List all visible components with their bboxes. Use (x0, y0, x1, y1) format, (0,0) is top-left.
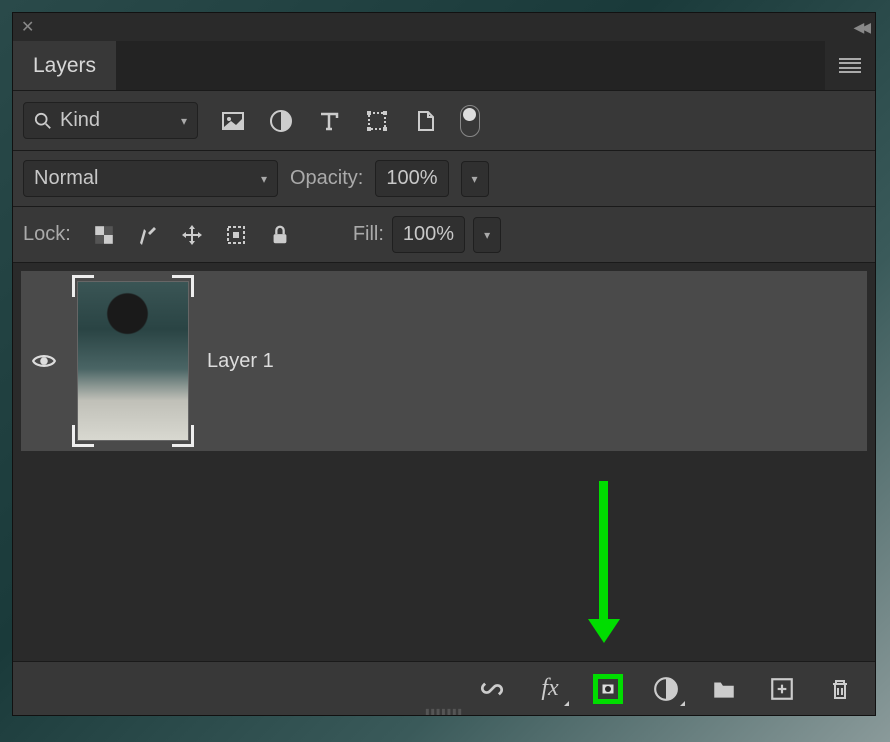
add-layer-button[interactable] (767, 674, 797, 704)
resize-handle[interactable]: ▮▮▮▮▮▮▮ (414, 707, 474, 715)
fill-label: Fill: (353, 223, 384, 246)
filter-type-icon[interactable] (316, 108, 342, 134)
opacity-input[interactable]: 100% (375, 160, 448, 197)
filter-pixel-icon[interactable] (220, 108, 246, 134)
trash-icon (828, 676, 852, 702)
layer-style-button[interactable]: fx (535, 674, 565, 704)
filter-smartobject-icon[interactable] (412, 108, 438, 134)
add-mask-button[interactable] (593, 674, 623, 704)
thumbnail-image (77, 281, 189, 441)
add-group-button[interactable] (709, 674, 739, 704)
chevron-down-icon: ▾ (261, 172, 267, 186)
eye-icon (31, 348, 57, 374)
add-adjustment-button[interactable] (651, 674, 681, 704)
lock-transparency-icon[interactable] (91, 222, 117, 248)
tab-label: Layers (33, 54, 96, 78)
lock-label: Lock: (23, 223, 71, 246)
link-layers-button[interactable] (477, 674, 507, 704)
lock-artboard-icon[interactable] (223, 222, 249, 248)
layer-list: Layer 1 (13, 263, 875, 661)
close-icon[interactable]: ✕ (21, 17, 34, 37)
blend-mode-select[interactable]: Normal ▾ (23, 160, 278, 197)
opacity-value: 100% (386, 167, 437, 190)
blend-mode-value: Normal (34, 167, 98, 190)
chevron-down-icon: ▾ (181, 114, 187, 128)
tab-bar: Layers (13, 41, 875, 91)
panel-menu-button[interactable] (825, 41, 875, 90)
fill-input[interactable]: 100% (392, 216, 465, 253)
tab-layers[interactable]: Layers (13, 41, 116, 90)
filter-adjustment-icon[interactable] (268, 108, 294, 134)
fill-value: 100% (403, 223, 454, 246)
collapse-panel-icon[interactable]: ◀◀ (853, 19, 867, 36)
visibility-toggle[interactable] (29, 348, 59, 374)
opacity-label: Opacity: (290, 167, 363, 190)
layer-row[interactable]: Layer 1 (21, 271, 867, 451)
tab-empty-area (116, 41, 825, 90)
lock-all-icon[interactable] (267, 222, 293, 248)
opacity-dropdown-button[interactable]: ▾ (461, 161, 489, 197)
panel-titlebar: ✕ ◀◀ (13, 13, 875, 41)
menu-icon (839, 58, 861, 74)
delete-layer-button[interactable] (825, 674, 855, 704)
mask-icon (602, 678, 614, 700)
filter-row: Kind ▾ (13, 91, 875, 151)
lock-pixels-icon[interactable] (135, 222, 161, 248)
new-layer-icon (769, 676, 795, 702)
layer-thumbnail[interactable] (73, 276, 193, 446)
filter-shape-icon[interactable] (364, 108, 390, 134)
layers-panel: ✕ ◀◀ Layers Kind ▾ (12, 12, 876, 716)
filter-kind-select[interactable]: Kind ▾ (23, 102, 198, 139)
blend-row: Normal ▾ Opacity: 100% ▾ (13, 151, 875, 207)
fx-icon: fx (541, 675, 558, 702)
layer-name-label: Layer 1 (207, 350, 274, 373)
folder-icon (711, 676, 737, 702)
search-icon (34, 112, 52, 130)
dropdown-corner-icon (680, 701, 685, 706)
link-icon (479, 676, 505, 702)
filter-toggle[interactable] (460, 105, 480, 137)
toggle-dot-icon (463, 108, 476, 121)
fill-dropdown-button[interactable]: ▾ (473, 217, 501, 253)
lock-position-icon[interactable] (179, 222, 205, 248)
adjustment-icon (653, 676, 679, 702)
lock-row: Lock: Fill: 100% ▾ (13, 207, 875, 263)
filter-kind-label: Kind (60, 109, 100, 132)
dropdown-corner-icon (564, 701, 569, 706)
